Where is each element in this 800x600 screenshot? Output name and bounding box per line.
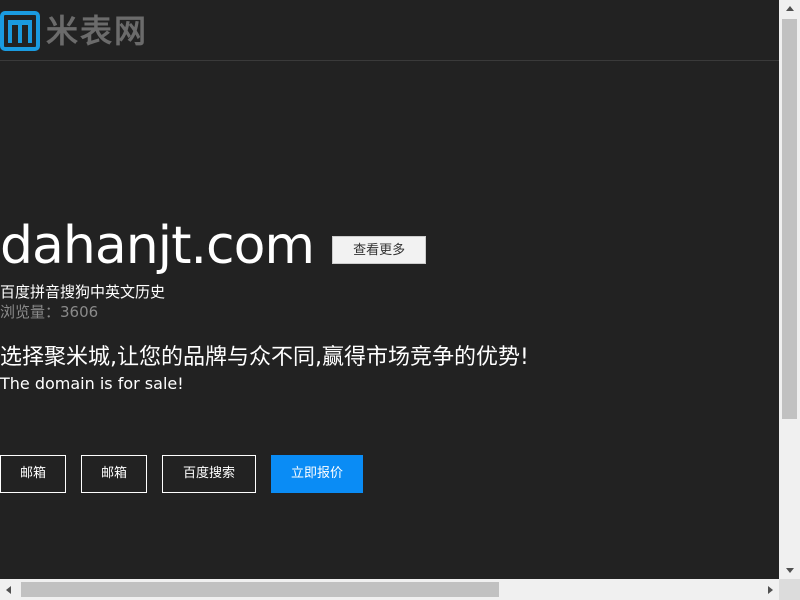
horizontal-scrollbar[interactable] <box>0 579 779 600</box>
sale-slogan: 选择聚米城,让您的品牌与众不同,赢得市场竞争的优势! <box>0 345 529 370</box>
page-viewport: 米表网 dahanjt.com 查看更多 百度拼音搜狗中英文历史 浏览量：360… <box>0 0 779 579</box>
email-button[interactable]: 邮箱 <box>0 455 66 493</box>
domain-row: dahanjt.com 查看更多 <box>0 214 427 278</box>
view-count-label: 浏览量： <box>0 303 61 321</box>
site-header: 米表网 <box>0 0 779 61</box>
scroll-down-icon[interactable] <box>779 562 800 579</box>
baidu-search-button[interactable]: 百度搜索 <box>162 455 256 493</box>
domain-description: 百度拼音搜狗中英文历史 <box>0 283 166 301</box>
scroll-right-icon[interactable] <box>762 579 779 600</box>
view-count-value: 3606 <box>60 303 99 321</box>
make-offer-button[interactable]: 立即报价 <box>271 455 363 493</box>
vertical-scrollbar[interactable] <box>779 0 800 579</box>
logo-text: 米表网 <box>46 12 149 50</box>
horizontal-scroll-thumb[interactable] <box>21 582 499 597</box>
vertical-scroll-thumb[interactable] <box>782 19 797 419</box>
action-buttons: 邮箱 邮箱 百度搜索 立即报价 <box>0 455 378 493</box>
mibiao-logo-icon <box>0 11 40 51</box>
scrollbar-corner <box>779 579 800 600</box>
view-count: 浏览量：3606 <box>0 302 98 322</box>
sale-notice: The domain is for sale! <box>0 374 184 393</box>
scroll-up-icon[interactable] <box>779 0 800 17</box>
email-button-2[interactable]: 邮箱 <box>81 455 147 493</box>
domain-name: dahanjt.com <box>0 216 315 276</box>
site-logo[interactable]: 米表网 <box>0 10 148 52</box>
scroll-left-icon[interactable] <box>0 579 17 600</box>
view-more-button[interactable]: 查看更多 <box>332 236 427 264</box>
